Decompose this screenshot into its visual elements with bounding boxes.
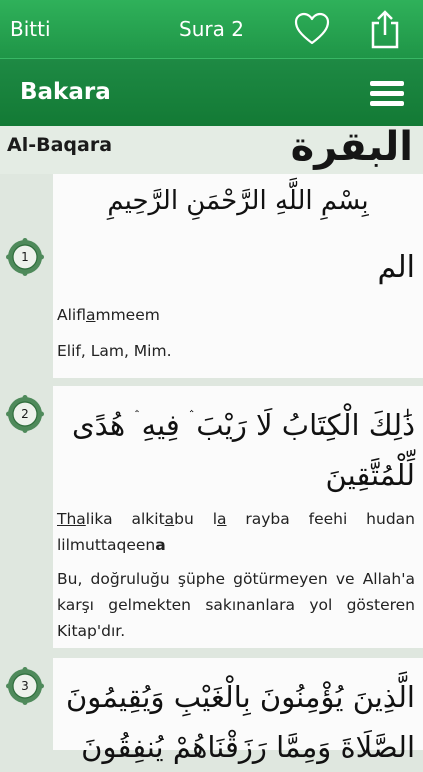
- verse-number-badge[interactable]: 3: [6, 667, 44, 705]
- translit-segment: mmeem: [95, 306, 160, 324]
- share-icon[interactable]: [368, 9, 402, 49]
- menu-icon[interactable]: [370, 81, 404, 107]
- nav-bar: Bitti Sura 2: [0, 0, 423, 58]
- translit-segment: Alifl: [57, 306, 86, 324]
- verse-number: 3: [21, 679, 29, 693]
- heart-icon[interactable]: [294, 12, 330, 46]
- translit-long-vowel: a: [217, 510, 227, 528]
- sura-arabic-name: البقرة: [290, 124, 413, 170]
- translit-segment: lika alkit: [85, 510, 165, 528]
- verse-arabic: الَّذِينَ يُؤْمِنُونَ بِالْغَيْبِ وَيُقِ…: [65, 680, 415, 764]
- sura-latin-name: Al-Baqara: [7, 134, 113, 156]
- verse-number: 2: [21, 407, 29, 421]
- menu-line: [370, 81, 404, 86]
- verse-transliteration: Thalika alkitabu la rayba feehi hudan li…: [57, 506, 415, 558]
- verse-card[interactable]: بِسْمِ اللَّهِ الرَّحْمَنِ الرَّحِيمِ ال…: [53, 174, 423, 378]
- translit-segment: bu l: [174, 510, 218, 528]
- sura-header-bar: Bakara: [0, 58, 423, 126]
- verse-number: 1: [21, 250, 29, 264]
- translit-emphasis: Th: [57, 510, 77, 528]
- verse-number-badge[interactable]: 2: [6, 395, 44, 433]
- verse-card[interactable]: الَّذِينَ يُؤْمِنُونَ بِالْغَيْبِ وَيُقِ…: [53, 658, 423, 764]
- sura-header-title: Bakara: [20, 79, 111, 105]
- verse-translation: Bu, doğruluğu şüphe götürmeyen ve Allah'…: [57, 570, 415, 640]
- menu-line: [370, 91, 404, 96]
- verse-number-badge[interactable]: 1: [6, 238, 44, 276]
- bismillah-text: بِسْمِ اللَّهِ الرَّحْمَنِ الرَّحِيمِ: [107, 186, 369, 216]
- verse-translation: Elif, Lam, Mim.: [57, 342, 172, 360]
- translit-emphasis: a: [155, 536, 166, 554]
- nav-title: Sura 2: [179, 17, 244, 41]
- sura-title-row: Al-Baqara البقرة: [0, 124, 423, 174]
- verse-arabic: ذَٰلِكَ الْكِتَابُ لَا رَيْبَ ۛ فِيهِ ۛ …: [71, 408, 415, 492]
- verse-transliteration: Aliflammeem: [57, 302, 415, 328]
- menu-line: [370, 101, 404, 106]
- verse-card[interactable]: ذَٰلِكَ الْكِتَابُ لَا رَيْبَ ۛ فِيهِ ۛ …: [53, 386, 423, 648]
- translit-long-vowel: a: [164, 510, 175, 528]
- translit-long-vowel: a: [76, 510, 86, 528]
- verse-arabic: الم: [377, 250, 415, 285]
